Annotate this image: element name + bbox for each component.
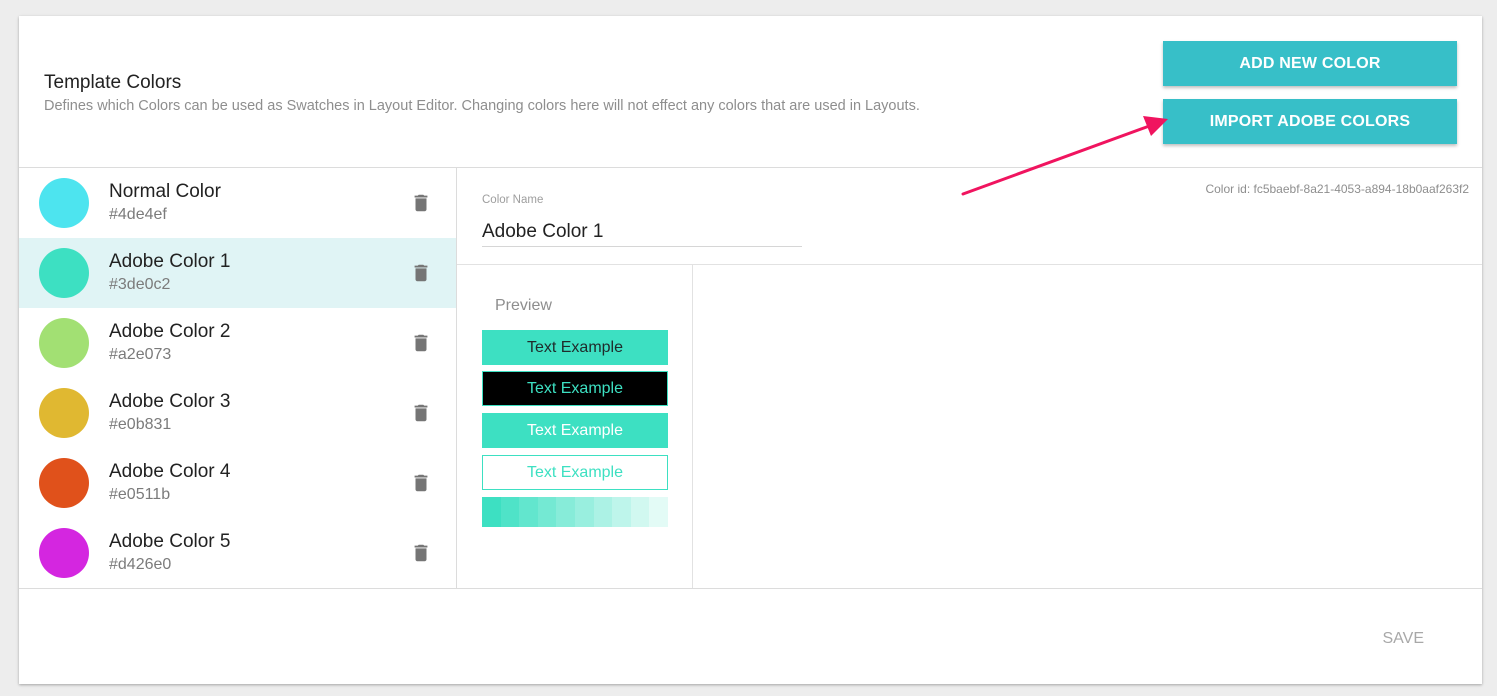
color-name: Adobe Color 2 xyxy=(109,321,231,342)
color-detail-panel: Color id: fc5baebf-8a21-4053-a894-18b0aa… xyxy=(457,168,1482,588)
tint-swatch xyxy=(556,497,575,527)
tint-swatch xyxy=(649,497,668,527)
page-title: Template Colors xyxy=(44,72,182,93)
color-swatch xyxy=(39,388,89,438)
preview-panel: Preview Text Example Text Example Text E… xyxy=(457,265,693,588)
add-new-color-button[interactable]: ADD NEW COLOR xyxy=(1163,41,1457,86)
color-list-item[interactable]: Adobe Color 4 #e0511b xyxy=(19,448,456,518)
color-hex: #d426e0 xyxy=(109,556,172,573)
color-swatch xyxy=(39,178,89,228)
tint-swatch xyxy=(519,497,538,527)
color-list-item[interactable]: Adobe Color 3 #e0b831 xyxy=(19,378,456,448)
color-name-input[interactable] xyxy=(482,218,802,247)
color-swatch xyxy=(39,318,89,368)
color-id: Color id: fc5baebf-8a21-4053-a894-18b0aa… xyxy=(1205,182,1469,196)
color-hex: #e0b831 xyxy=(109,416,172,433)
footer: SAVE xyxy=(19,588,1482,685)
color-name: Adobe Color 4 xyxy=(109,461,231,482)
color-name: Adobe Color 3 xyxy=(109,391,231,412)
tint-swatch xyxy=(593,497,613,527)
trash-icon[interactable] xyxy=(410,191,432,215)
tint-swatch xyxy=(500,497,520,527)
color-swatch xyxy=(39,458,89,508)
trash-icon[interactable] xyxy=(410,331,432,355)
preview-tint-strip xyxy=(482,497,668,527)
color-list-item[interactable]: Adobe Color 5 #d426e0 xyxy=(19,518,456,588)
tint-swatch xyxy=(612,497,631,527)
preview-outlined: Text Example xyxy=(482,455,668,490)
color-list-item[interactable]: Normal Color #4de4ef xyxy=(19,168,456,238)
preview-filled-dark-text: Text Example xyxy=(482,330,668,365)
color-swatch xyxy=(39,248,89,298)
save-button[interactable]: SAVE xyxy=(1383,630,1425,648)
color-hex: #3de0c2 xyxy=(109,276,171,293)
tint-swatch xyxy=(630,497,650,527)
color-swatch xyxy=(39,528,89,578)
preview-filled-white-text: Text Example xyxy=(482,413,668,448)
color-list: Normal Color #4de4ef Adobe Color 1 #3de0c2 A… xyxy=(19,168,457,588)
color-list-item[interactable]: Adobe Color 2 #a2e073 xyxy=(19,308,456,378)
page-subtitle: Defines which Colors can be used as Swat… xyxy=(44,98,920,114)
header: Template Colors Defines which Colors can… xyxy=(19,16,1482,168)
color-name: Adobe Color 1 xyxy=(109,251,231,272)
template-colors-card: Template Colors Defines which Colors can… xyxy=(19,16,1482,684)
color-hex: #4de4ef xyxy=(109,206,167,223)
tint-swatch xyxy=(537,497,557,527)
color-hex: #e0511b xyxy=(109,486,171,503)
trash-icon[interactable] xyxy=(410,401,432,425)
trash-icon[interactable] xyxy=(410,471,432,495)
import-adobe-colors-button[interactable]: IMPORT ADOBE COLORS xyxy=(1163,99,1457,144)
trash-icon[interactable] xyxy=(410,541,432,565)
trash-icon[interactable] xyxy=(410,261,432,285)
color-list-item[interactable]: Adobe Color 1 #3de0c2 xyxy=(19,238,456,308)
tint-swatch xyxy=(574,497,594,527)
preview-label: Preview xyxy=(495,297,552,314)
color-name-label: Color Name xyxy=(482,194,544,206)
color-hex: #a2e073 xyxy=(109,346,172,363)
preview-on-black: Text Example xyxy=(482,371,668,406)
color-name: Normal Color xyxy=(109,181,221,202)
color-name: Adobe Color 5 xyxy=(109,531,231,552)
tint-swatch xyxy=(482,497,501,527)
